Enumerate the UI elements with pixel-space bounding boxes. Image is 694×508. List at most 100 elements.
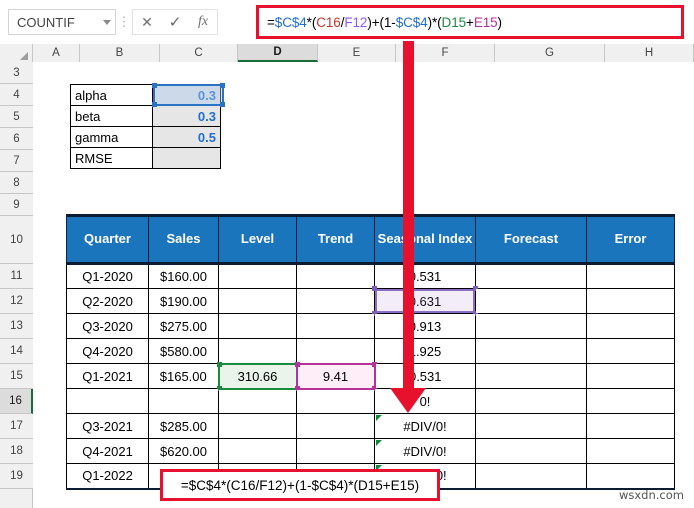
cell-quarter[interactable]: Q4-2021: [66, 438, 149, 464]
row-header-8[interactable]: 8: [0, 172, 33, 194]
parameter-value[interactable]: 0.5: [152, 126, 221, 148]
row-header-10[interactable]: 10: [0, 216, 33, 264]
row-header-14[interactable]: 14: [0, 339, 33, 364]
row-header-13[interactable]: 13: [0, 314, 33, 339]
cell-error[interactable]: [586, 263, 675, 289]
row-header-18[interactable]: 18: [0, 439, 33, 464]
cell-trend[interactable]: [296, 413, 375, 439]
cell-error[interactable]: [586, 338, 675, 364]
parameter-value[interactable]: [152, 147, 221, 169]
cell-trend[interactable]: [296, 338, 375, 364]
cell-sales[interactable]: $620.00: [148, 438, 219, 464]
column-header-e[interactable]: E: [318, 44, 396, 62]
cell-seasonal[interactable]: 0.531: [374, 363, 476, 389]
column-header-a[interactable]: A: [33, 44, 80, 62]
cell-quarter[interactable]: Q3-2021: [66, 413, 149, 439]
cell-error[interactable]: [586, 288, 675, 314]
cell-sales[interactable]: $580.00: [148, 338, 219, 364]
column-header-b[interactable]: B: [80, 44, 160, 62]
cell-quarter[interactable]: Q2-2020: [66, 288, 149, 314]
cell-level[interactable]: 310.66: [216, 361, 297, 391]
cell-forecast[interactable]: [475, 363, 587, 389]
select-all-corner[interactable]: [0, 44, 33, 62]
cell-error[interactable]: [586, 438, 675, 464]
cell-error[interactable]: [586, 463, 675, 490]
row-header-12[interactable]: 12: [0, 289, 33, 314]
cell-sales[interactable]: $275.00: [148, 313, 219, 339]
cell-seasonal[interactable]: #DIV/0!: [374, 438, 476, 464]
column-header-d[interactable]: D: [238, 44, 318, 62]
cell-forecast[interactable]: [475, 413, 587, 439]
cell-error[interactable]: [586, 388, 675, 414]
reference-handle-trend[interactable]: [294, 361, 300, 367]
cell-trend[interactable]: [296, 263, 375, 289]
row-header-17[interactable]: 17: [0, 414, 33, 439]
parameter-label[interactable]: RMSE: [70, 147, 153, 169]
cell-seasonal[interactable]: 0.913: [374, 313, 476, 339]
row-header-15[interactable]: 15: [0, 364, 33, 389]
row-header-9[interactable]: 9: [0, 194, 33, 216]
cell-sales[interactable]: $285.00: [148, 413, 219, 439]
cell-level[interactable]: [218, 288, 297, 314]
check-icon[interactable]: ✓: [161, 10, 189, 34]
column-header-c[interactable]: C: [160, 44, 238, 62]
cell-trend[interactable]: [296, 313, 375, 339]
cell-trend[interactable]: [296, 438, 375, 464]
parameter-label[interactable]: alpha: [70, 84, 153, 106]
row-header-16[interactable]: 16: [0, 389, 33, 414]
inline-formula-editor[interactable]: =$C$4*(C16/F12)+(1-$C$4)*(D15+E15): [160, 469, 440, 501]
parameter-label[interactable]: beta: [70, 105, 153, 127]
close-icon[interactable]: ✕: [133, 10, 161, 34]
name-box[interactable]: COUNTIF: [8, 9, 116, 35]
cell-error[interactable]: [586, 363, 675, 389]
cell-level[interactable]: [218, 413, 297, 439]
cell-forecast[interactable]: [475, 463, 587, 490]
cell-forecast[interactable]: [475, 313, 587, 339]
row-header-3[interactable]: 3: [0, 62, 33, 84]
cell-quarter[interactable]: Q1-2022: [66, 463, 149, 490]
row-header-6[interactable]: 6: [0, 128, 33, 150]
parameter-value[interactable]: 0.3: [152, 84, 221, 106]
cell-quarter[interactable]: Q1-2021: [66, 363, 149, 389]
cell-quarter[interactable]: Q1-2020: [66, 263, 149, 289]
column-header-g[interactable]: G: [495, 44, 605, 62]
formula-input[interactable]: =$C$4*(C16/F12)+(1-$C$4)*(D15+E15): [256, 5, 684, 39]
cell-forecast[interactable]: [475, 338, 587, 364]
row-header-4[interactable]: 4: [0, 84, 33, 106]
cell-quarter[interactable]: Q3-2020: [66, 313, 149, 339]
cell-quarter[interactable]: [66, 388, 149, 414]
cell-forecast[interactable]: [475, 438, 587, 464]
parameter-label[interactable]: gamma: [70, 126, 153, 148]
cell-error[interactable]: [586, 413, 675, 439]
cell-sales[interactable]: $190.00: [148, 288, 219, 314]
parameter-value[interactable]: 0.3: [152, 105, 221, 127]
cell-level[interactable]: [218, 388, 297, 414]
cell-trend[interactable]: [296, 288, 375, 314]
cell-sales[interactable]: $165.00: [148, 363, 219, 389]
cell-forecast[interactable]: [475, 263, 587, 289]
cell-level[interactable]: [218, 338, 297, 364]
chevron-down-icon[interactable]: [103, 19, 111, 25]
cell-level[interactable]: [218, 313, 297, 339]
cell-forecast[interactable]: [475, 388, 587, 414]
cell-forecast[interactable]: [475, 288, 587, 314]
cell-sales[interactable]: [148, 388, 219, 414]
cell-seasonal[interactable]: 1.925: [374, 338, 476, 364]
row-header-5[interactable]: 5: [0, 106, 33, 128]
row-header-19[interactable]: 19: [0, 464, 33, 489]
cell-quarter[interactable]: Q4-2020: [66, 338, 149, 364]
cell-trend[interactable]: [296, 388, 375, 414]
row-header-11[interactable]: 11: [0, 264, 33, 289]
cell-sales[interactable]: $160.00: [148, 263, 219, 289]
cell-trend[interactable]: 9.41: [294, 361, 377, 391]
cell-seasonal[interactable]: 0.531: [374, 263, 476, 289]
cell-seasonal[interactable]: #DIV/0!: [374, 413, 476, 439]
column-header-h[interactable]: H: [605, 44, 694, 62]
cell-level[interactable]: [218, 438, 297, 464]
reference-handle-level[interactable]: [216, 361, 222, 367]
fx-icon[interactable]: fx: [189, 10, 217, 34]
row-header-7[interactable]: 7: [0, 150, 33, 172]
cell-level[interactable]: [218, 263, 297, 289]
cell-seasonal[interactable]: 0.631: [372, 286, 478, 316]
cell-error[interactable]: [586, 313, 675, 339]
